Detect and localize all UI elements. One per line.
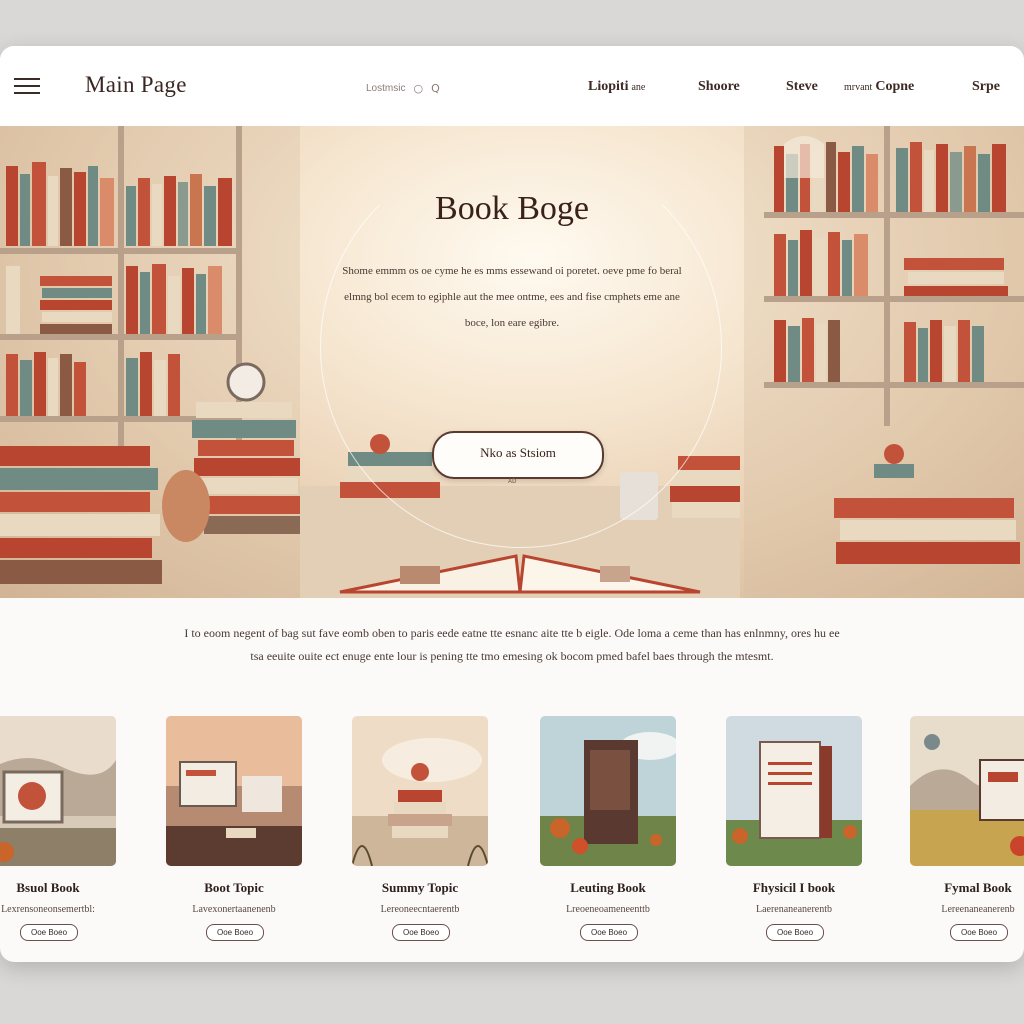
book-card[interactable]: Fymal Book Lereenaneanerenb Ooe Boeo <box>910 716 1024 946</box>
card-title: Fymal Book <box>944 880 1012 895</box>
book-card[interactable]: Summy Topic Lereoneecntaerentb Ooe Boeo <box>352 716 488 946</box>
page-title: Main Page <box>85 72 187 97</box>
card-subtitle: Laerenaneanerentb <box>755 904 833 915</box>
book-card[interactable]: Fhysicil I book Laerenaneanerentb Ooe Bo… <box>726 716 862 946</box>
card-title: Bsuol Book <box>16 880 80 895</box>
card-button[interactable]: Ooe Boeo <box>950 924 1008 941</box>
hero-cta-button[interactable]: Nko as Stsiom <box>432 431 604 479</box>
hero-title: Book Boge <box>435 190 589 227</box>
menu-icon[interactable] <box>14 78 40 96</box>
card-subtitle: Lreoeneoameneenttb <box>566 904 650 915</box>
top-nav: Main Page Lostmsic ○ Q Liopiti ane Shoore… <box>0 46 1024 126</box>
app-window: Main Page Lostmsic ○ Q Liopiti ane Shoore… <box>0 46 1024 962</box>
hero-banner: Book Boge Shome emmm os oe cyme he es mm… <box>0 126 1024 598</box>
nav-link-1[interactable]: Liopiti ane <box>588 79 645 95</box>
intro-paragraph: I to eoom negent of bag sut fave eomb ob… <box>184 626 840 663</box>
nav-link-2[interactable]: Shoore <box>698 79 740 95</box>
card-subtitle: Lereoneecntaerentb <box>380 904 460 915</box>
book-card[interactable]: Boot Topic Lavexonertaanenenb Ooe Boeo <box>166 716 302 946</box>
card-button[interactable]: Ooe Boeo <box>392 924 450 941</box>
card-button[interactable]: Ooe Boeo <box>766 924 824 941</box>
card-button[interactable]: Ooe Boeo <box>20 924 78 941</box>
search-bar[interactable]: Lostmsic ○ Q <box>366 80 440 96</box>
card-title: Leuting Book <box>570 880 646 895</box>
nav-link-1-suffix: ane <box>631 82 646 93</box>
book-card[interactable]: Bsuol Book Lexrensoneonsemertbl: Ooe Boe… <box>0 716 116 946</box>
card-title: Fhysicil I book <box>752 880 836 895</box>
card-subtitle: Lereenaneanerenb <box>941 904 1015 915</box>
search-input[interactable]: Lostmsic <box>366 83 405 94</box>
circle-icon: ○ <box>413 81 424 95</box>
nav-link-1-label: Liopiti <box>588 79 629 94</box>
field-book-scene-icon <box>910 716 1024 866</box>
nav-link-5[interactable]: Srpe <box>972 79 1000 95</box>
hero-ornament-label: ᴀᴅ <box>508 476 517 485</box>
standing-book-scene-icon <box>540 716 676 866</box>
nav-link-4-label: Copne <box>875 79 915 94</box>
card-button[interactable]: Ooe Boeo <box>206 924 264 941</box>
framed-picture-scene-icon <box>0 716 116 866</box>
card-button[interactable]: Ooe Boeo <box>580 924 638 941</box>
hero-description: Shome emmm os oe cyme he es mms essewand… <box>342 265 682 329</box>
card-title: Boot Topic <box>204 880 264 895</box>
book-card[interactable]: Leuting Book Lreoeneoameneenttb Ooe Boeo <box>540 716 676 946</box>
nav-link-3[interactable]: Steve <box>786 79 818 95</box>
card-title: Summy Topic <box>381 880 459 895</box>
card-subtitle: Lavexonertaanenenb <box>192 904 276 915</box>
search-icon[interactable]: Q <box>431 82 440 95</box>
computer-desk-scene-icon <box>166 716 302 866</box>
nav-link-4-prefix: mrvant <box>844 82 873 93</box>
open-book-meadow-scene-icon <box>726 716 862 866</box>
card-subtitle: Lexrensoneonsemertbl: <box>1 904 95 915</box>
book-stack-scene-icon <box>352 716 488 866</box>
nav-link-4[interactable]: mrvant Copne <box>844 79 914 95</box>
